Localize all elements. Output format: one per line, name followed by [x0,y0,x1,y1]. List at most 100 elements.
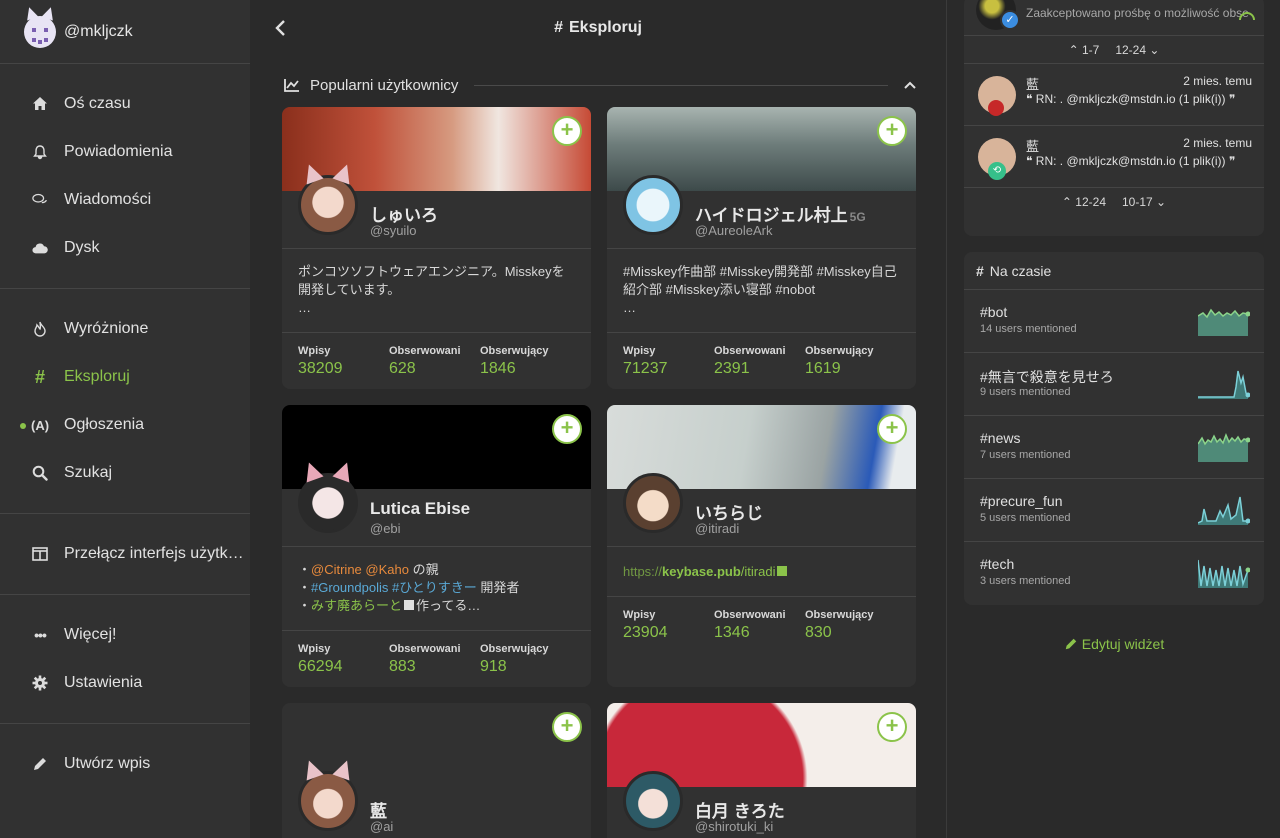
stat-value: 883 [389,658,416,675]
nav-label: Wyróżnione [64,320,149,337]
user-avatar[interactable] [623,771,683,831]
stat-label: Obserwujący [480,643,549,655]
pager-prev[interactable]: ⌃ 12-24 [1062,195,1106,209]
nav-label: Ogłoszenia [64,416,145,433]
user-card[interactable]: + しゅいろ @syuilo ポンコツソフトウェアエンジニア。Misskeyを … [282,107,591,389]
stat-value: 71237 [623,360,668,377]
follow-button[interactable]: + [877,414,907,444]
home-icon [32,96,48,112]
chevron-up-icon[interactable] [904,81,916,89]
user-avatar[interactable] [623,473,683,533]
user-acct[interactable]: @AureoleArk [695,223,773,238]
desc-line[interactable]: 紹介部 #Misskey添い寝部 #nobot [623,281,900,299]
follow-button[interactable]: + [552,414,582,444]
user-name[interactable]: Lutica Ebise [370,499,470,519]
desc-line: ・#Groundpolis #ひとりすきー 開発者 [298,579,575,597]
stat-label: Wpisy [623,345,656,357]
user-avatar[interactable] [298,161,358,235]
desc-text: 開発者 [476,580,520,595]
account-button[interactable]: @mkljczk [0,0,250,64]
desc-text: 作ってる… [416,598,481,613]
note-author[interactable]: 藍 [1026,136,1039,155]
trend-count: 5 users mentioned [980,512,1071,524]
note-time: 2 mies. temu [1183,136,1252,150]
nav-label: Wiadomości [64,191,152,208]
stat-label: Obserwowani [389,643,461,655]
note-item[interactable]: 藍 2 mies. temu ❝ RN: . @mkljczk@mstdn.io… [964,64,1264,126]
nav-label: Dysk [64,239,100,256]
nav-item-drive[interactable]: Dysk [0,224,250,272]
user-acct[interactable]: @ai [370,819,393,834]
pager-next[interactable]: 10-17 ⌄ [1122,195,1166,209]
user-card[interactable]: + Lutica Ebise @ebi ・@Citrine @Kaho の親 ・… [282,405,591,687]
profile-link[interactable]: https://keybase.pub/itiradi [623,563,900,581]
columns-icon [32,546,48,562]
nav-item-notifications[interactable]: Powiadomienia [0,128,250,176]
user-acct[interactable]: @itiradi [695,521,739,536]
desc-link[interactable]: みす廃あらーと [311,598,402,613]
nav-item-switch-ui[interactable]: Przełącz interfejs użytk… [0,530,250,578]
trend-sparkline [1198,370,1250,399]
nav-item-settings[interactable]: Ustawienia [0,659,250,707]
nav-item-search[interactable]: Szukaj [0,449,250,497]
hashtag-link[interactable]: #Groundpolis [311,580,388,595]
note-author[interactable]: 藍 [1026,74,1039,93]
trend-item[interactable]: #無言で殺意を見せろ 9 users mentioned [964,353,1264,416]
section-popular-users[interactable]: Popularni użytkownicy [284,74,916,96]
hashtag-link[interactable]: #ひとりすきー [392,580,477,595]
stat-value: 1846 [480,360,516,377]
follow-button[interactable]: + [552,712,582,742]
trend-item[interactable]: #precure_fun 5 users mentioned [964,479,1264,542]
name-badge: 5G [849,210,866,224]
nav-group-discover: Wyróżnione # Eksploruj (A) Ogłoszenia Sz… [0,289,250,514]
pager-label: 10-17 [1122,195,1153,209]
user-avatar[interactable] [298,757,358,831]
trend-item[interactable]: #tech 3 users mentioned [964,542,1264,605]
desc-bullet: ・ [298,580,312,595]
user-stats: Wpisy 66294 Obserwowani 883 Obserwujący 918 [282,630,591,687]
trend-tag[interactable]: #news [980,430,1020,446]
note-item[interactable]: ⟲ 藍 2 mies. temu ❝ RN: . @mkljczk@mstdn.… [964,126,1264,188]
user-avatar[interactable] [298,459,358,533]
follow-button[interactable]: + [877,116,907,146]
nav-item-featured[interactable]: Wyróżnione [0,305,250,353]
stat-value: 918 [480,658,507,675]
mention-link[interactable]: @Citrine [311,562,362,577]
trend-tag[interactable]: #無言で殺意を見せろ [980,367,1114,387]
pager-next[interactable]: 12-24 ⌄ [1115,43,1159,57]
ellipsis-icon: ••• [34,627,47,643]
trend-sparkline [1198,559,1250,588]
user-stats: Wpisy 23904 Obserwowani 1346 Obserwujący 83… [607,596,916,687]
trend-item[interactable]: #bot 14 users mentioned [964,290,1264,353]
nav-item-timeline[interactable]: Oś czasu [0,80,250,128]
compose-button[interactable]: Utwórz wpis [0,740,250,788]
trend-tag[interactable]: #precure_fun [980,493,1063,509]
nav-item-explore[interactable]: # Eksploruj [0,353,250,401]
mention-link[interactable]: @Kaho [365,562,409,577]
edit-widgets-button[interactable]: Edytuj widżet [948,636,1280,652]
user-acct[interactable]: @shirotuki_ki [695,819,773,834]
notification-item[interactable]: ✓ Zaakceptowano prośbę o możliwość obse [964,0,1264,36]
desc-text: の親 [408,562,439,577]
stat-value: 2391 [714,360,750,377]
trend-item[interactable]: #news 7 users mentioned [964,416,1264,479]
user-card[interactable]: + 白月 きろた @shirotuki_ki [607,703,916,838]
follow-button[interactable]: + [877,712,907,742]
user-avatar[interactable] [623,175,683,235]
user-card[interactable]: + ハイドロジェル村上 5G @AureoleArk #Misskey作曲部 #M… [607,107,916,389]
user-acct[interactable]: @ebi [370,521,401,536]
follow-button[interactable]: + [552,116,582,146]
trend-tag[interactable]: #tech [980,556,1014,572]
back-arrow-icon[interactable] [272,18,290,38]
main-column: # Eksploruj Popularni użytkownicy + しゅいろ … [250,0,947,838]
desc-line[interactable]: #Misskey作曲部 #Misskey開発部 #Misskey自己 [623,263,900,281]
nav-item-more[interactable]: ••• Więcej! [0,611,250,659]
desc-line: ・@Citrine @Kaho の親 [298,561,575,579]
nav-item-announcements[interactable]: (A) Ogłoszenia [0,401,250,449]
pager-prev[interactable]: ⌃ 1-7 [1069,43,1100,57]
nav-item-messages[interactable]: Wiadomości [0,176,250,224]
trend-tag[interactable]: #bot [980,304,1007,320]
user-acct[interactable]: @syuilo [370,223,416,238]
user-card[interactable]: + 藍 @ai [282,703,591,838]
user-card[interactable]: + いちらじ @itiradi https://keybase.pub/itir… [607,405,916,687]
